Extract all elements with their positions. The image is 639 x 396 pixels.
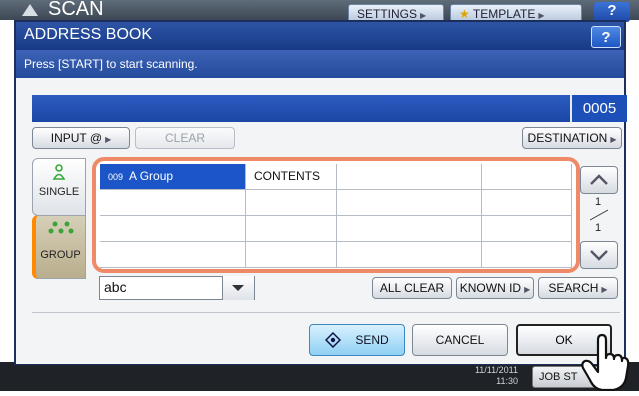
- destination-value: [32, 101, 38, 115]
- job-status-label: JOB ST: [539, 371, 578, 383]
- time-text: 11:30: [496, 376, 518, 386]
- hand-pointer-icon: [580, 333, 630, 392]
- dialog-help-button[interactable]: ?: [591, 26, 621, 48]
- destination-count: 0005: [570, 95, 627, 122]
- chevron-right-icon: ▶: [538, 11, 545, 20]
- search-button[interactable]: SEARCH ▶: [538, 277, 618, 299]
- chevron-up-icon: [590, 174, 608, 185]
- start-diamond-icon: [325, 332, 342, 348]
- page-up-button[interactable]: [580, 166, 618, 194]
- entry-number: 009: [108, 172, 124, 182]
- page-divider: [588, 208, 610, 221]
- search-criteria-value: abc: [104, 279, 127, 295]
- caret-down-icon: [232, 285, 244, 291]
- known-id-button[interactable]: KNOWN ID ▶: [456, 277, 534, 299]
- table-cell[interactable]: [246, 190, 337, 216]
- known-id-label: KNOWN ID: [459, 281, 522, 295]
- cancel-button[interactable]: CANCEL: [412, 324, 508, 356]
- clear-button[interactable]: CLEAR: [135, 127, 235, 149]
- status-message: Press [START] to start scanning.: [24, 57, 198, 71]
- table-cell[interactable]: [482, 242, 572, 268]
- page-down-button[interactable]: [580, 241, 618, 269]
- chevron-right-icon: ▶: [105, 135, 112, 144]
- page-total: 1: [594, 222, 602, 234]
- dropdown-button[interactable]: [222, 276, 254, 300]
- destination-field: [32, 95, 570, 122]
- destination-button[interactable]: DESTINATION ▶: [522, 127, 622, 149]
- table-cell[interactable]: [482, 164, 572, 190]
- table-cell[interactable]: [246, 216, 337, 242]
- table-cell[interactable]: [337, 190, 482, 216]
- footer-divider: [32, 312, 620, 313]
- entry-contents: CONTENTS: [254, 169, 320, 183]
- app-title: SCAN: [48, 0, 104, 20]
- chevron-right-icon: ▶: [420, 11, 427, 20]
- input-email-label: INPUT @: [50, 131, 103, 145]
- table-cell[interactable]: [482, 216, 572, 242]
- table-cell[interactable]: [337, 242, 482, 268]
- tab-group[interactable]: GROUP: [32, 215, 86, 279]
- chevron-right-icon: ▶: [524, 285, 531, 294]
- table-cell[interactable]: 009 A Group: [100, 164, 246, 190]
- tab-single-label: SINGLE: [38, 186, 80, 198]
- all-clear-button[interactable]: ALL CLEAR: [372, 277, 452, 299]
- settings-label: SETTINGS: [357, 7, 418, 21]
- date-text: 11/11/2011: [474, 365, 518, 375]
- star-icon: ★: [459, 7, 470, 21]
- table-cell[interactable]: [482, 190, 572, 216]
- input-email-button[interactable]: INPUT @ ▶: [32, 127, 130, 149]
- dialog-title: ADDRESS BOOK: [24, 26, 153, 43]
- single-user-icon: [33, 164, 85, 183]
- table-cell[interactable]: [100, 216, 246, 242]
- tab-single[interactable]: SINGLE: [32, 158, 86, 216]
- table-cell[interactable]: [100, 242, 246, 268]
- date-time: 11/11/2011 11:30: [462, 365, 518, 387]
- send-label: SEND: [355, 333, 389, 347]
- chevron-down-icon: [590, 250, 608, 261]
- table-cell[interactable]: [246, 242, 337, 268]
- chevron-right-icon: ▶: [610, 135, 617, 144]
- chevron-right-icon: ▶: [601, 285, 608, 294]
- destination-label: DESTINATION: [527, 131, 608, 145]
- table-cell[interactable]: [100, 190, 246, 216]
- group-users-icon: [36, 220, 85, 241]
- app-help-button[interactable]: ?: [594, 2, 630, 22]
- tab-group-label: GROUP: [40, 249, 81, 261]
- template-label: TEMPLATE: [472, 7, 536, 21]
- address-table-grid: 009 A Group CONTENTS: [100, 164, 572, 268]
- table-cell[interactable]: [337, 216, 482, 242]
- table-cell[interactable]: [337, 164, 482, 190]
- table-cell[interactable]: CONTENTS: [246, 164, 337, 190]
- scan-icon: [20, 2, 40, 18]
- page-current: 1: [594, 196, 602, 208]
- entry-name: A Group: [129, 169, 174, 183]
- search-label: SEARCH: [548, 281, 599, 295]
- send-button[interactable]: SEND: [309, 324, 405, 356]
